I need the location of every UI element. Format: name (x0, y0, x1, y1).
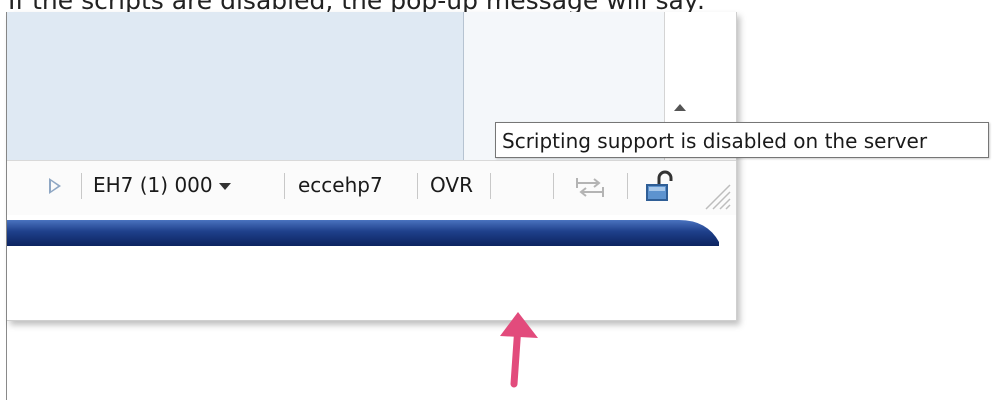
status-bar: EH7 (1) 000 eccehp7 OVR (7, 160, 736, 215)
separator (627, 173, 628, 199)
system-dropdown[interactable]: EH7 (1) 000 (93, 173, 231, 197)
server-label: eccehp7 (298, 173, 383, 197)
pointer-arrow-icon (500, 312, 538, 388)
sap-gui-window: EH7 (1) 000 eccehp7 OVR (7, 12, 737, 321)
separator (553, 173, 554, 199)
separator (490, 173, 491, 199)
play-triangle-icon[interactable] (49, 178, 61, 194)
insert-mode-label[interactable]: OVR (430, 173, 473, 197)
separator (417, 173, 418, 199)
window-footer-band (7, 220, 719, 246)
separator (81, 173, 82, 199)
resize-grip-icon[interactable] (700, 179, 732, 211)
swap-arrows-icon[interactable] (575, 176, 605, 200)
separator (284, 173, 285, 199)
content-area (7, 12, 464, 160)
tooltip-scripting-disabled: Scripting support is disabled on the ser… (495, 122, 989, 158)
system-label: EH7 (1) 000 (93, 173, 213, 197)
chevron-down-icon (218, 183, 231, 190)
scroll-up-arrow-icon[interactable] (674, 104, 686, 111)
open-padlock-icon[interactable] (645, 170, 675, 204)
